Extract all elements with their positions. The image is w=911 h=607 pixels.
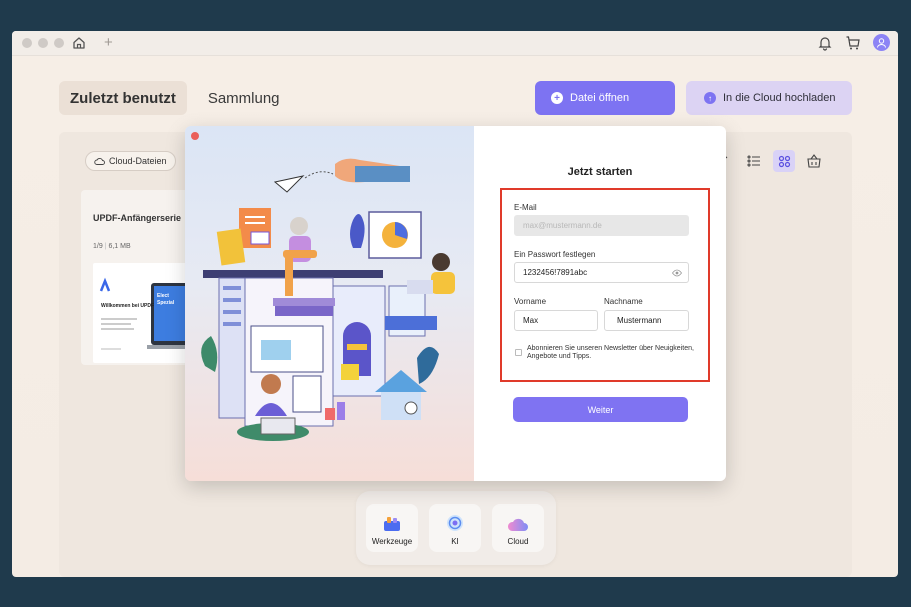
- continue-button[interactable]: Weiter: [513, 397, 688, 422]
- document-thumbnail: Willkommen bei UPDF Elect Spezial: [93, 263, 193, 363]
- modal-title: Jetzt starten: [567, 166, 633, 178]
- newsletter-checkbox[interactable]: [515, 349, 522, 356]
- eye-icon[interactable]: [672, 269, 682, 277]
- new-tab-plus-icon[interactable]: +: [104, 34, 113, 51]
- email-placeholder: max@mustermann.de: [523, 221, 602, 230]
- cloud-icon: [507, 518, 528, 531]
- firstname-field[interactable]: Max: [514, 310, 598, 331]
- firstname-value: Max: [523, 316, 539, 325]
- view-toggle: [713, 150, 825, 172]
- document-meta: 1/9 | 6,1 MB: [93, 243, 131, 250]
- dock-tools-label: Werkzeuge: [371, 537, 413, 546]
- grid-view-icon[interactable]: [773, 150, 795, 172]
- list-view-icon[interactable]: [743, 150, 765, 172]
- dock-ai[interactable]: KI: [429, 504, 481, 552]
- lastname-value: Mustermann: [617, 316, 662, 325]
- illustration-art: [201, 158, 455, 441]
- bell-icon[interactable]: [817, 35, 833, 51]
- tab-sammlung[interactable]: Sammlung: [197, 81, 291, 115]
- cloud-outline-icon: [94, 158, 105, 165]
- main-tabs: Zuletzt benutzt Sammlung: [59, 81, 291, 115]
- dock-tools[interactable]: Werkzeuge: [366, 504, 418, 552]
- signup-form-pane: Jetzt starten E-Mail max@mustermann.de E…: [474, 126, 726, 481]
- maximize-window-button[interactable]: [54, 38, 64, 48]
- open-file-button[interactable]: + Datei öffnen: [535, 81, 675, 115]
- dock-ai-label: KI: [451, 537, 459, 546]
- password-value: 1232456!7891abc: [523, 268, 588, 277]
- minimize-window-button[interactable]: [38, 38, 48, 48]
- cart-icon[interactable]: [845, 35, 861, 51]
- password-field[interactable]: 1232456!7891abc: [514, 262, 689, 283]
- lastname-label: Nachname: [604, 297, 643, 306]
- document-title: UPDF-Anfängerserie: [93, 213, 182, 223]
- upload-arrow-icon: ↑: [704, 92, 716, 104]
- document-pages: 1/9: [93, 243, 103, 250]
- lastname-field[interactable]: Mustermann: [604, 310, 689, 331]
- newsletter-text: Abonnieren Sie unseren Newsletter über N…: [527, 345, 694, 360]
- basket-icon[interactable]: [803, 150, 825, 172]
- password-label: Ein Passwort festlegen: [514, 250, 596, 259]
- document-size: 6,1 MB: [108, 243, 131, 250]
- upload-cloud-label: In die Cloud hochladen: [723, 92, 836, 104]
- signup-modal: Jetzt starten E-Mail max@mustermann.de E…: [185, 126, 726, 481]
- tab-zuletzt-benutzt[interactable]: Zuletzt benutzt: [59, 81, 187, 115]
- thumbnail-heading: Willkommen bei UPDF: [101, 303, 155, 309]
- window-controls[interactable]: [22, 38, 64, 48]
- dock-cloud-label: Cloud: [507, 537, 529, 546]
- firstname-label: Vorname: [514, 297, 547, 306]
- modal-illustration-pane: [185, 126, 474, 481]
- close-window-button[interactable]: [22, 38, 32, 48]
- home-icon[interactable]: [72, 36, 86, 50]
- cloud-files-chip[interactable]: Cloud-Dateien: [85, 151, 176, 171]
- signup-form-highlight: E-Mail max@mustermann.de Ein Passwort fe…: [500, 188, 710, 382]
- titlebar: +: [12, 31, 898, 56]
- thumbnail-art: [99, 277, 193, 350]
- top-right-icons: [817, 34, 890, 51]
- user-avatar-icon[interactable]: [873, 34, 890, 51]
- thumbnail-sub-text: Spezial: [157, 300, 175, 306]
- dock-cloud[interactable]: Cloud: [492, 504, 544, 552]
- plus-circle-icon: +: [551, 92, 563, 104]
- toolbox-icon: [384, 517, 400, 531]
- thumbnail-side-text: Elect: [157, 293, 169, 299]
- document-card[interactable]: UPDF-Anfängerserie 1/9 | 6,1 MB Willkomm…: [81, 190, 201, 365]
- bottom-dock: Werkzeuge KI Cloud: [356, 491, 556, 565]
- email-field[interactable]: max@mustermann.de: [514, 215, 689, 236]
- app-window: + Zuletzt benutzt Sammlung + Datei öffne…: [12, 31, 898, 577]
- upload-cloud-button[interactable]: ↑ In die Cloud hochladen: [686, 81, 852, 115]
- open-file-label: Datei öffnen: [570, 92, 630, 104]
- email-label: E-Mail: [514, 203, 537, 212]
- cloud-files-label: Cloud-Dateien: [109, 156, 167, 166]
- ai-icon: [447, 515, 463, 531]
